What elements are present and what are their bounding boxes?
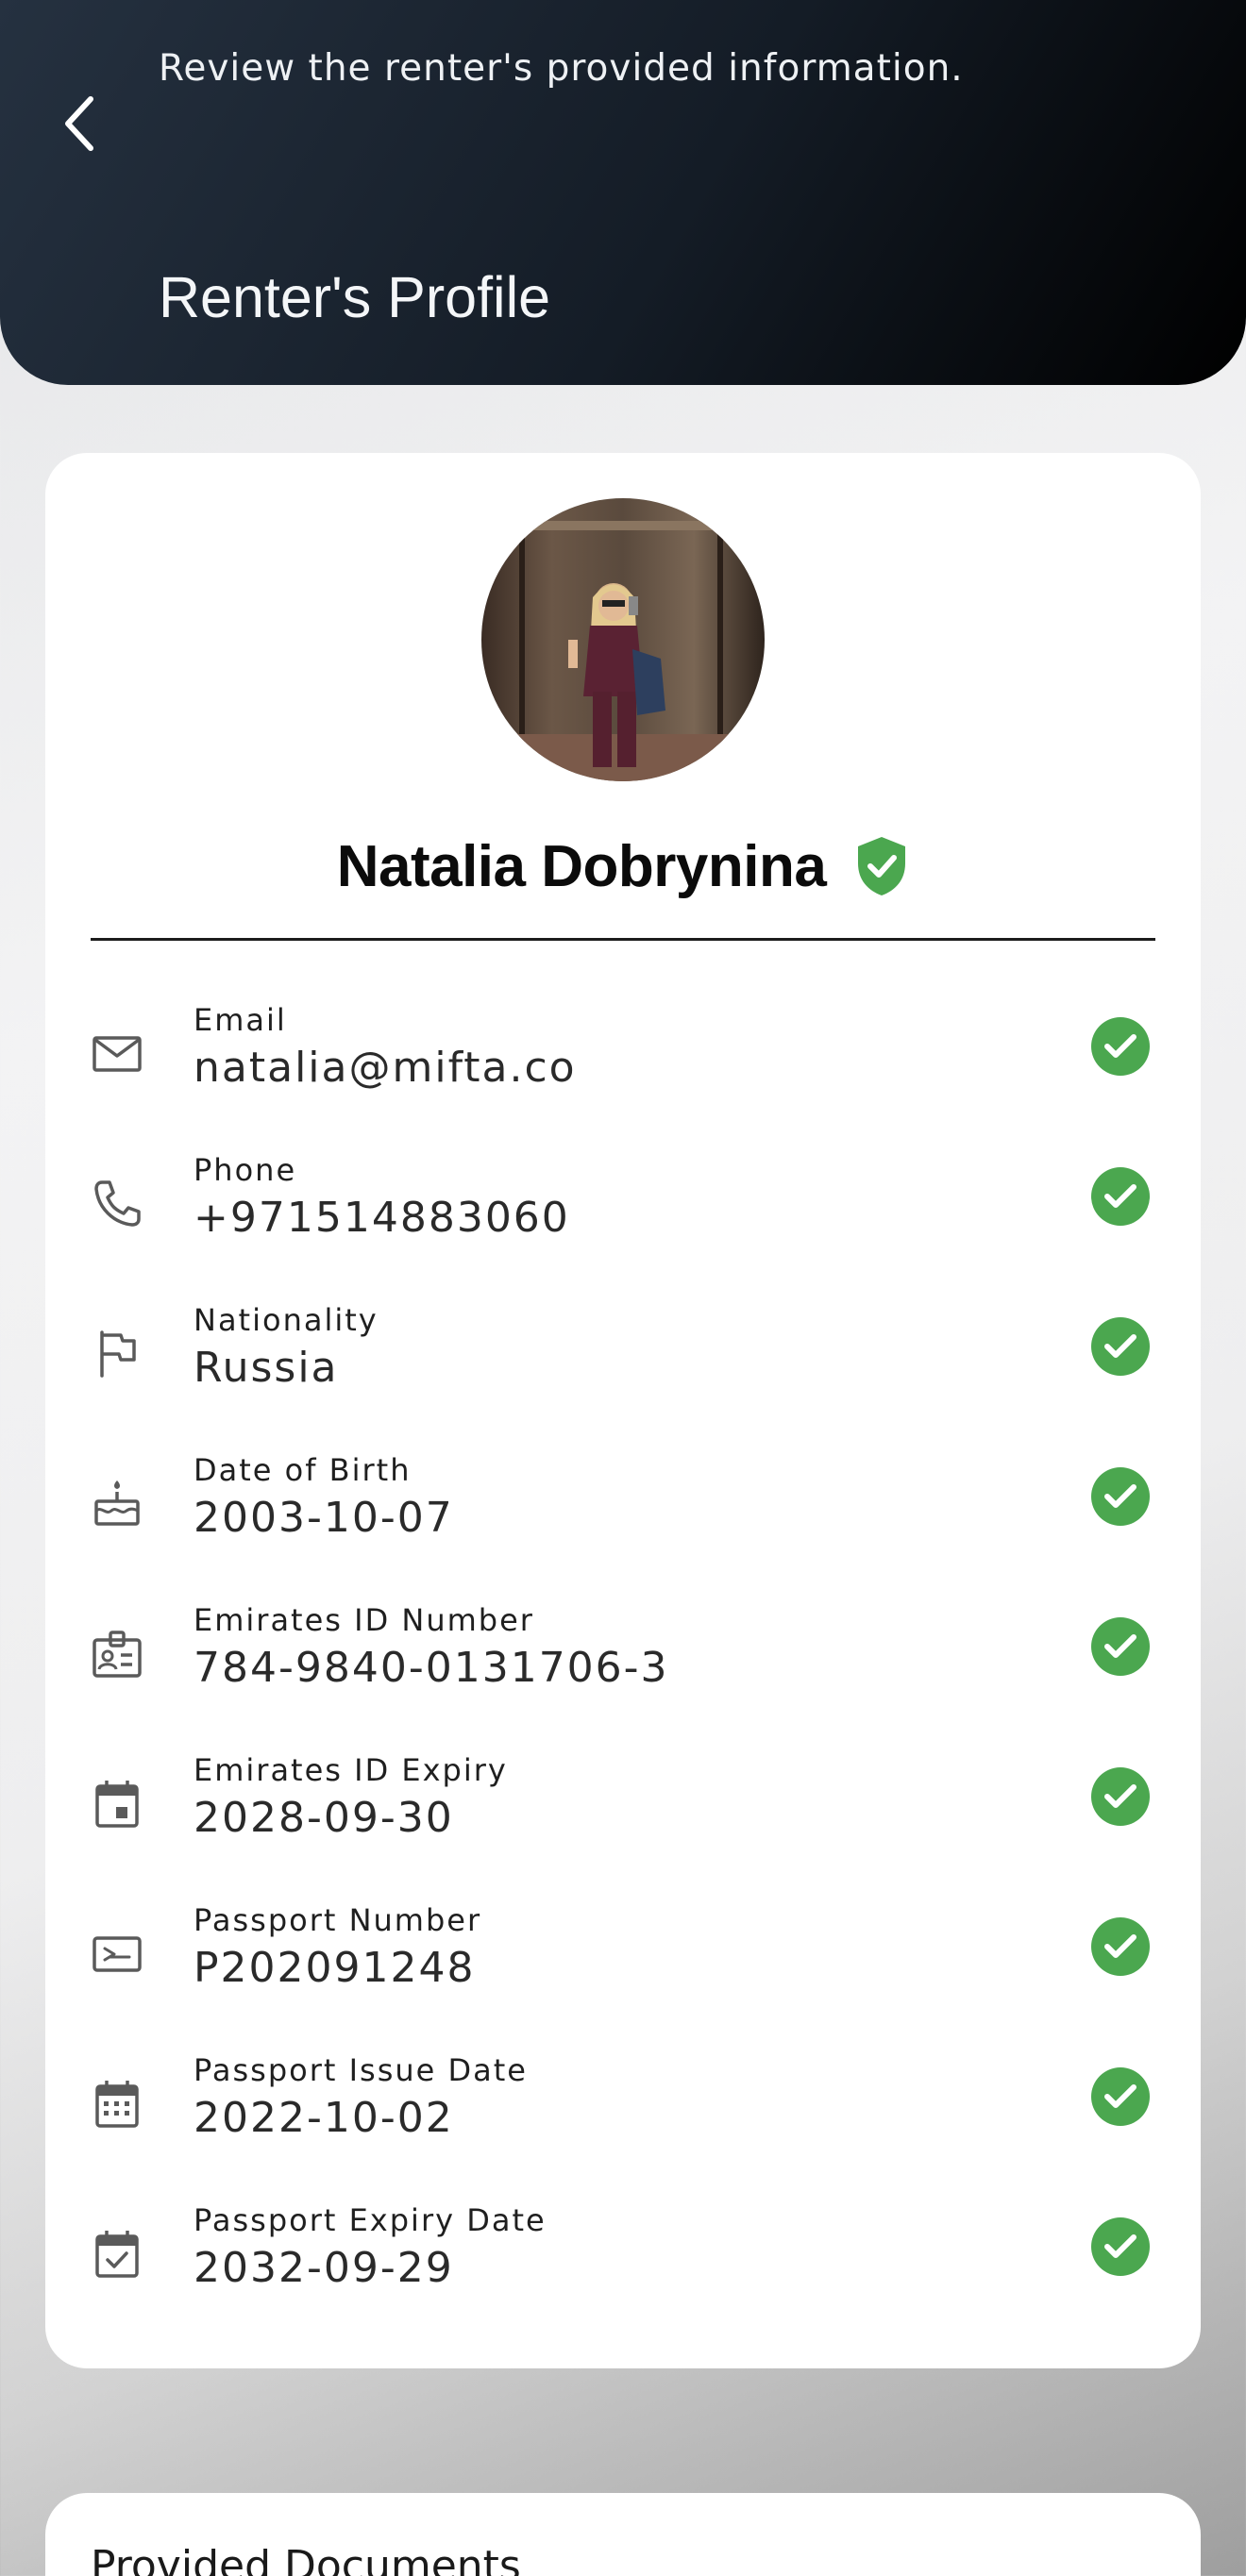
avatar[interactable]	[481, 498, 765, 781]
field-passport-expiry-date: Passport Expiry Date 2032-09-29	[45, 2195, 1201, 2345]
field-label: Date of Birth	[194, 1452, 412, 1488]
field-label: Passport Expiry Date	[194, 2202, 547, 2238]
documents-title: Provided Documents	[91, 2542, 521, 2576]
calendar-check-icon	[95, 2231, 139, 2278]
check-icon	[1091, 1617, 1150, 1676]
field-passport-issue-date: Passport Issue Date 2022-10-02	[45, 2045, 1201, 2195]
field-label: Passport Issue Date	[194, 2052, 528, 2088]
flag-icon	[100, 1330, 136, 1378]
field-value: 2028-09-30	[194, 1794, 454, 1842]
field-passport-number: Passport Number P202091248	[45, 1895, 1201, 2045]
chevron-left-icon	[65, 96, 93, 151]
passport-icon	[93, 1936, 142, 1972]
field-label: Phone	[194, 1152, 297, 1188]
field-phone: Phone +971514883060	[45, 1145, 1201, 1295]
header: Review the renter's provided information…	[0, 0, 1246, 385]
field-value: 2032-09-29	[194, 2244, 454, 2292]
check-icon	[1091, 1167, 1150, 1226]
field-value: P202091248	[194, 1944, 476, 1992]
field-label: Email	[194, 1002, 287, 1038]
page-title: Renter's Profile	[159, 265, 551, 329]
field-value: Russia	[194, 1344, 339, 1392]
documents-card: Provided Documents	[45, 2493, 1201, 2576]
phone-icon	[94, 1180, 141, 1227]
field-value: natalia@mifta.co	[194, 1044, 577, 1092]
field-label: Nationality	[194, 1302, 379, 1338]
field-emirates-id-number: Emirates ID Number 784-9840-0131706-3	[45, 1595, 1201, 1745]
check-icon	[1091, 1467, 1150, 1526]
check-icon	[1091, 2217, 1150, 2276]
verified-shield-icon	[858, 837, 906, 895]
field-value: 2003-10-07	[194, 1494, 454, 1542]
field-email: Email natalia@mifta.co	[45, 995, 1201, 1145]
name-row: Natalia Dobrynina	[45, 823, 1201, 910]
calendar-grid-icon	[95, 2081, 139, 2128]
field-date-of-birth: Date of Birth 2003-10-07	[45, 1445, 1201, 1595]
field-value: +971514883060	[194, 1194, 570, 1242]
check-icon	[1091, 1317, 1150, 1376]
field-label: Emirates ID Number	[194, 1602, 534, 1638]
renter-name: Natalia Dobrynina	[336, 833, 827, 899]
calendar-event-icon	[95, 1781, 139, 1828]
check-icon	[1091, 1767, 1150, 1826]
field-value: 784-9840-0131706-3	[194, 1644, 669, 1692]
field-label: Passport Number	[194, 1902, 482, 1938]
header-subtitle: Review the renter's provided information…	[159, 47, 964, 90]
id-badge-icon	[93, 1631, 142, 1678]
check-icon	[1091, 2067, 1150, 2126]
field-label: Emirates ID Expiry	[194, 1752, 508, 1788]
field-emirates-id-expiry: Emirates ID Expiry 2028-09-30	[45, 1745, 1201, 1895]
cake-icon	[94, 1480, 140, 1526]
profile-card: Natalia Dobrynina Email natalia@mifta.co…	[45, 453, 1201, 2368]
field-nationality: Nationality Russia	[45, 1295, 1201, 1445]
back-button[interactable]	[49, 81, 109, 166]
check-icon	[1091, 1917, 1150, 1976]
field-value: 2022-10-02	[194, 2094, 454, 2142]
mail-icon	[93, 1036, 142, 1072]
divider	[91, 938, 1155, 941]
check-icon	[1091, 1017, 1150, 1076]
